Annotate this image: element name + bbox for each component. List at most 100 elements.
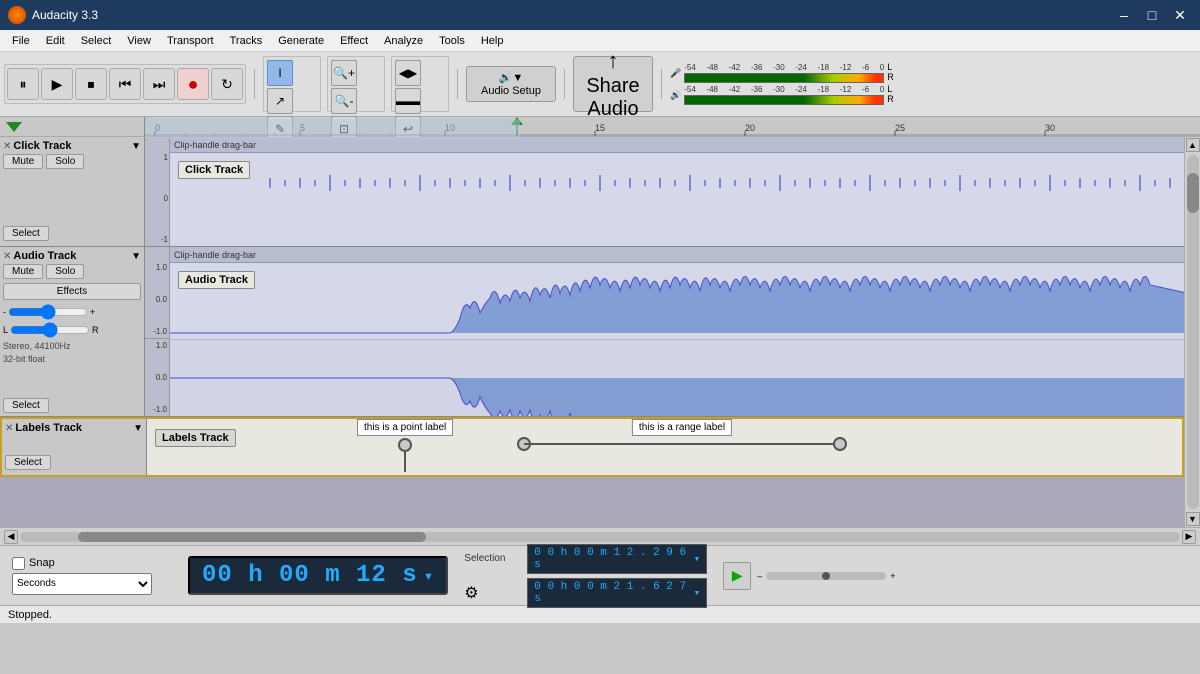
play-cursor-indicator[interactable]: [6, 122, 22, 132]
range-label-text[interactable]: this is a range label: [632, 419, 732, 436]
ruler-area: 0 5 10 15 20 25 30: [0, 117, 1200, 137]
menu-effect[interactable]: Effect: [332, 33, 376, 49]
click-track-waveform[interactable]: Click Track: [170, 153, 1184, 246]
selection-row-2: ⚙ 0 0 h 0 0 m 2 1 . 6 2 7 s ▾: [464, 578, 707, 608]
menu-tracks[interactable]: Tracks: [222, 33, 271, 49]
hscroll-left[interactable]: ◀: [4, 530, 18, 544]
point-label-pin[interactable]: [398, 438, 412, 452]
menu-generate[interactable]: Generate: [270, 33, 332, 49]
vu-output-bar[interactable]: [684, 95, 884, 105]
menu-edit[interactable]: Edit: [38, 33, 73, 49]
vu-input-bar[interactable]: [684, 73, 884, 83]
audio-setup-button[interactable]: 🔊▼ Audio Setup: [466, 66, 556, 102]
audio-track-mute[interactable]: Mute: [3, 264, 43, 279]
skip-forward-button[interactable]: ⏭: [143, 68, 175, 100]
audio-track-clip-handle[interactable]: Clip-handle drag-bar: [170, 247, 1184, 263]
labels-track-dropdown[interactable]: ▼: [133, 423, 143, 434]
envelope-tool-button[interactable]: ↗: [267, 88, 293, 114]
record-button[interactable]: ●: [177, 68, 209, 100]
audio-setup-label: Audio Setup: [481, 85, 541, 97]
audio-track-solo[interactable]: Solo: [46, 264, 84, 279]
point-label-text[interactable]: this is a point label: [357, 419, 453, 436]
hscroll-thumb[interactable]: [78, 532, 426, 542]
menu-select[interactable]: Select: [73, 33, 120, 49]
horizontal-scrollbar[interactable]: ◀ ▶: [0, 527, 1200, 545]
minimize-button[interactable]: –: [1112, 3, 1136, 27]
audio-track-svg: [170, 263, 1184, 416]
selection-settings-btn[interactable]: ⚙: [464, 583, 519, 603]
click-track-select[interactable]: Select: [3, 226, 49, 241]
vu-labels-top: -54-48-42-36-30-24-18-12-60: [684, 63, 884, 72]
menu-view[interactable]: View: [119, 33, 159, 49]
gain-plus-label: +: [90, 307, 95, 317]
title-bar-controls[interactable]: – □ ✕: [1112, 3, 1192, 27]
select-tool-button[interactable]: I: [267, 60, 293, 86]
pause-button[interactable]: ⏸: [7, 68, 39, 100]
toolbar-area: ⏸ ▶ ⏹ ⏮ ⏭ ● ↻ I ↗ ✎ ✦ 🔍+ 🔍- ⊡ ⊞ ⊙ ◀▶ ▬▬ …: [0, 52, 1200, 117]
skip-back-button[interactable]: ⏮: [109, 68, 141, 100]
vscroll-track: [1187, 155, 1199, 509]
loop-button[interactable]: ↻: [211, 68, 243, 100]
selection-time-1: 0 0 h 0 0 m 1 2 . 2 9 6 s ▾: [527, 544, 707, 574]
labels-track-close[interactable]: ✕: [5, 423, 13, 434]
play-button[interactable]: ▶: [41, 68, 73, 100]
playhead-triangle: [511, 117, 523, 125]
menu-transport[interactable]: Transport: [159, 33, 222, 49]
lr-label-input: LR: [887, 63, 894, 83]
range-label-pin-right[interactable]: [833, 437, 847, 451]
vscroll-thumb[interactable]: [1187, 173, 1199, 213]
svg-text:15: 15: [595, 123, 605, 133]
selection-time-2-dropdown[interactable]: ▾: [694, 586, 701, 600]
timecode-dropdown[interactable]: ▾: [424, 566, 435, 586]
lr-label-output: LR: [887, 85, 894, 105]
vscroll-up[interactable]: ▲: [1186, 138, 1200, 152]
share-audio-icon: ↑: [608, 48, 619, 74]
ruler-left: [0, 117, 145, 136]
click-track-dropdown[interactable]: ▼: [131, 141, 141, 152]
menu-file[interactable]: File: [4, 33, 38, 49]
zoom-in-button[interactable]: 🔍+: [331, 60, 357, 86]
labels-track-canvas[interactable]: Labels Track this is a point label this …: [147, 419, 1182, 475]
pan-slider[interactable]: [10, 322, 90, 338]
share-audio-button[interactable]: ↑ Share Audio: [573, 56, 653, 112]
labels-track-bottom: Select: [5, 436, 143, 472]
share-audio-label: Share Audio: [582, 75, 644, 121]
snap-checkbox[interactable]: [12, 557, 25, 570]
hscroll-right[interactable]: ▶: [1182, 530, 1196, 544]
silence-button[interactable]: ▬▬: [395, 88, 421, 114]
vscroll-down[interactable]: ▼: [1186, 512, 1200, 526]
audio-track-dropdown[interactable]: ▼: [131, 251, 141, 262]
click-track-canvas[interactable]: Clip-handle drag-bar Click Track: [170, 137, 1184, 246]
click-track-header: ✕ Click Track ▼: [3, 140, 141, 152]
gain-slider[interactable]: [8, 304, 88, 320]
close-button[interactable]: ✕: [1168, 3, 1192, 27]
menu-help[interactable]: Help: [473, 33, 512, 49]
zoom-out-button[interactable]: 🔍-: [331, 88, 357, 114]
maximize-button[interactable]: □: [1140, 3, 1164, 27]
click-track-clip-handle[interactable]: Clip-handle drag-bar: [170, 137, 1184, 153]
playback-play-btn[interactable]: ▶: [723, 562, 751, 590]
audio-track-effects[interactable]: Effects: [3, 283, 141, 300]
selection-row-1: Selection 0 0 h 0 0 m 1 2 . 2 9 6 s ▾: [464, 544, 707, 574]
audio-track-info: Stereo, 44100Hz32-bit float: [3, 340, 141, 365]
svg-text:0: 0: [155, 123, 160, 133]
speed-slider-thumb[interactable]: [822, 572, 830, 580]
stop-button[interactable]: ⏹: [75, 68, 107, 100]
trim-button[interactable]: ◀▶: [395, 60, 421, 86]
audio-track-canvas[interactable]: Clip-handle drag-bar Audio Track: [170, 247, 1184, 416]
snap-seconds-select[interactable]: Seconds: [12, 573, 152, 595]
audio-track-close[interactable]: ✕: [3, 251, 11, 262]
menu-analyze[interactable]: Analyze: [376, 33, 431, 49]
menu-tools[interactable]: Tools: [431, 33, 473, 49]
click-track-solo[interactable]: Solo: [46, 154, 84, 169]
selection-time-1-dropdown[interactable]: ▾: [694, 552, 701, 566]
click-track-mute[interactable]: Mute: [3, 154, 43, 169]
audio-track-waveform[interactable]: Audio Track: [170, 263, 1184, 416]
audio-track-header: ✕ Audio Track ▼: [3, 250, 141, 262]
vertical-scrollbar[interactable]: ▲ ▼: [1184, 137, 1200, 527]
click-track-close[interactable]: ✕: [3, 141, 11, 152]
output-icon: 🔊: [670, 90, 681, 101]
labels-track-select[interactable]: Select: [5, 455, 51, 470]
range-label-line-area: [517, 437, 847, 457]
audio-track-select[interactable]: Select: [3, 398, 49, 413]
